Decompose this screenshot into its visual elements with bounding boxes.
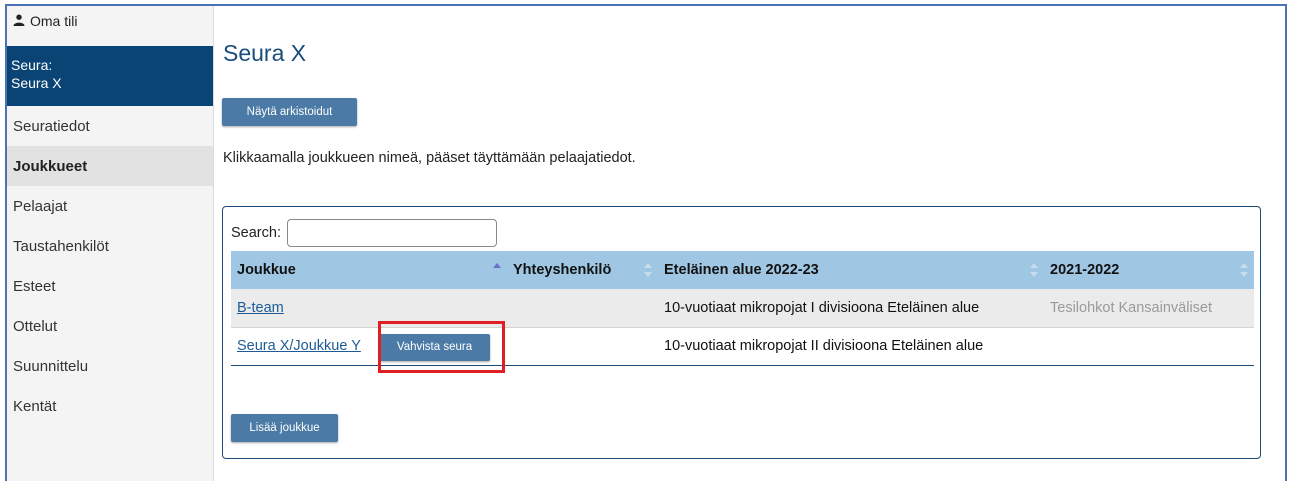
account-label: Oma tili (30, 13, 78, 29)
column-header-joukkue[interactable]: Joukkue (231, 251, 507, 289)
contact-cell (507, 327, 658, 366)
team-name-cell: B-team (231, 289, 507, 328)
add-team-button[interactable]: Lisää joukkue (231, 414, 338, 442)
page-title: Seura X (223, 40, 307, 66)
team-link[interactable]: Seura X/Joukkue Y (237, 338, 361, 354)
previous-season-cell: Tesilohkot Kansainväliset (1044, 289, 1254, 328)
region-cell: 10-vuotiaat mikropojat II divisioona Ete… (658, 327, 1044, 366)
column-header-etelainen-alue[interactable]: Eteläinen alue 2022-23 (658, 251, 1044, 289)
search-input[interactable] (286, 219, 497, 247)
sidebar-item-label: Ottelut (13, 317, 58, 335)
club-name: Seura X (11, 75, 62, 91)
club-prefix: Seura: (11, 57, 53, 73)
column-header-label: Joukkue (237, 262, 296, 278)
main-content: Seura X Näytä arkistoidut Klikkaamalla j… (214, 6, 1285, 481)
sidebar-item-label: Pelaajat (13, 197, 68, 215)
previous-season-cell (1044, 327, 1254, 366)
sidebar-item-label: Seuratiedot (13, 117, 90, 135)
user-icon (13, 14, 25, 26)
info-text: Klikkaamalla joukkueen nimeä, pääset täy… (223, 150, 636, 166)
confirm-club-button[interactable]: Vahvista seura (379, 333, 490, 361)
search-label: Search: (231, 225, 281, 241)
column-header-yhteyshenkilo[interactable]: Yhteyshenkilö (507, 251, 658, 289)
sort-icon (1240, 263, 1248, 277)
show-archived-button[interactable]: Näytä arkistoidut (222, 98, 357, 126)
club-selector[interactable]: Seura: Seura X (7, 46, 213, 106)
sort-ascending-icon (493, 263, 501, 277)
sort-icon (644, 263, 652, 277)
sidebar-item-kentat[interactable]: Kentät (7, 386, 213, 426)
sidebar-item-joukkueet[interactable]: Joukkueet (7, 146, 213, 186)
sidebar-item-esteet[interactable]: Esteet (7, 266, 213, 306)
sidebar-item-pelaajat[interactable]: Pelaajat (7, 186, 213, 226)
sidebar-item-taustahenkilot[interactable]: Taustahenkilöt (7, 226, 213, 266)
team-link[interactable]: B-team (237, 300, 284, 316)
teams-panel: Search: Joukkue Yhteyshenkilö Eteläinen … (222, 206, 1261, 459)
column-header-label: Eteläinen alue 2022-23 (664, 262, 819, 278)
teams-table-wrap: Joukkue Yhteyshenkilö Eteläinen alue 202… (231, 251, 1254, 366)
table-header-row: Joukkue Yhteyshenkilö Eteläinen alue 202… (231, 251, 1254, 289)
sidebar-item-label: Kentät (13, 397, 57, 415)
search-row: Search: (231, 219, 497, 247)
column-header-label: Yhteyshenkilö (513, 262, 612, 278)
sidebar-item-label: Joukkueet (13, 157, 88, 175)
sidebar-item-label: Esteet (13, 277, 56, 295)
team-name-cell: Seura X/Joukkue Y Vahvista seura (231, 327, 507, 366)
sidebar-item-ottelut[interactable]: Ottelut (7, 306, 213, 346)
table-row: B-team 10-vuotiaat mikropojat I divisioo… (231, 289, 1254, 328)
sidebar-item-seuratiedot[interactable]: Seuratiedot (7, 106, 213, 146)
column-header-label: 2021-2022 (1050, 262, 1120, 278)
account-link[interactable]: Oma tili (7, 6, 213, 46)
sort-icon (1030, 263, 1038, 277)
app-frame: Oma tili Seura: Seura X Seuratiedot Jouk… (5, 4, 1287, 481)
table-row: Seura X/Joukkue Y Vahvista seura 10-vuot… (231, 327, 1254, 366)
sidebar-item-suunnittelu[interactable]: Suunnittelu (7, 346, 213, 386)
contact-cell (507, 289, 658, 328)
sidebar-item-label: Taustahenkilöt (13, 237, 109, 255)
region-cell: 10-vuotiaat mikropojat I divisioona Etel… (658, 289, 1044, 328)
sidebar-item-label: Suunnittelu (13, 357, 89, 375)
sidebar: Oma tili Seura: Seura X Seuratiedot Jouk… (7, 6, 214, 481)
column-header-2021-2022[interactable]: 2021-2022 (1044, 251, 1254, 289)
teams-table: Joukkue Yhteyshenkilö Eteläinen alue 202… (231, 251, 1254, 366)
